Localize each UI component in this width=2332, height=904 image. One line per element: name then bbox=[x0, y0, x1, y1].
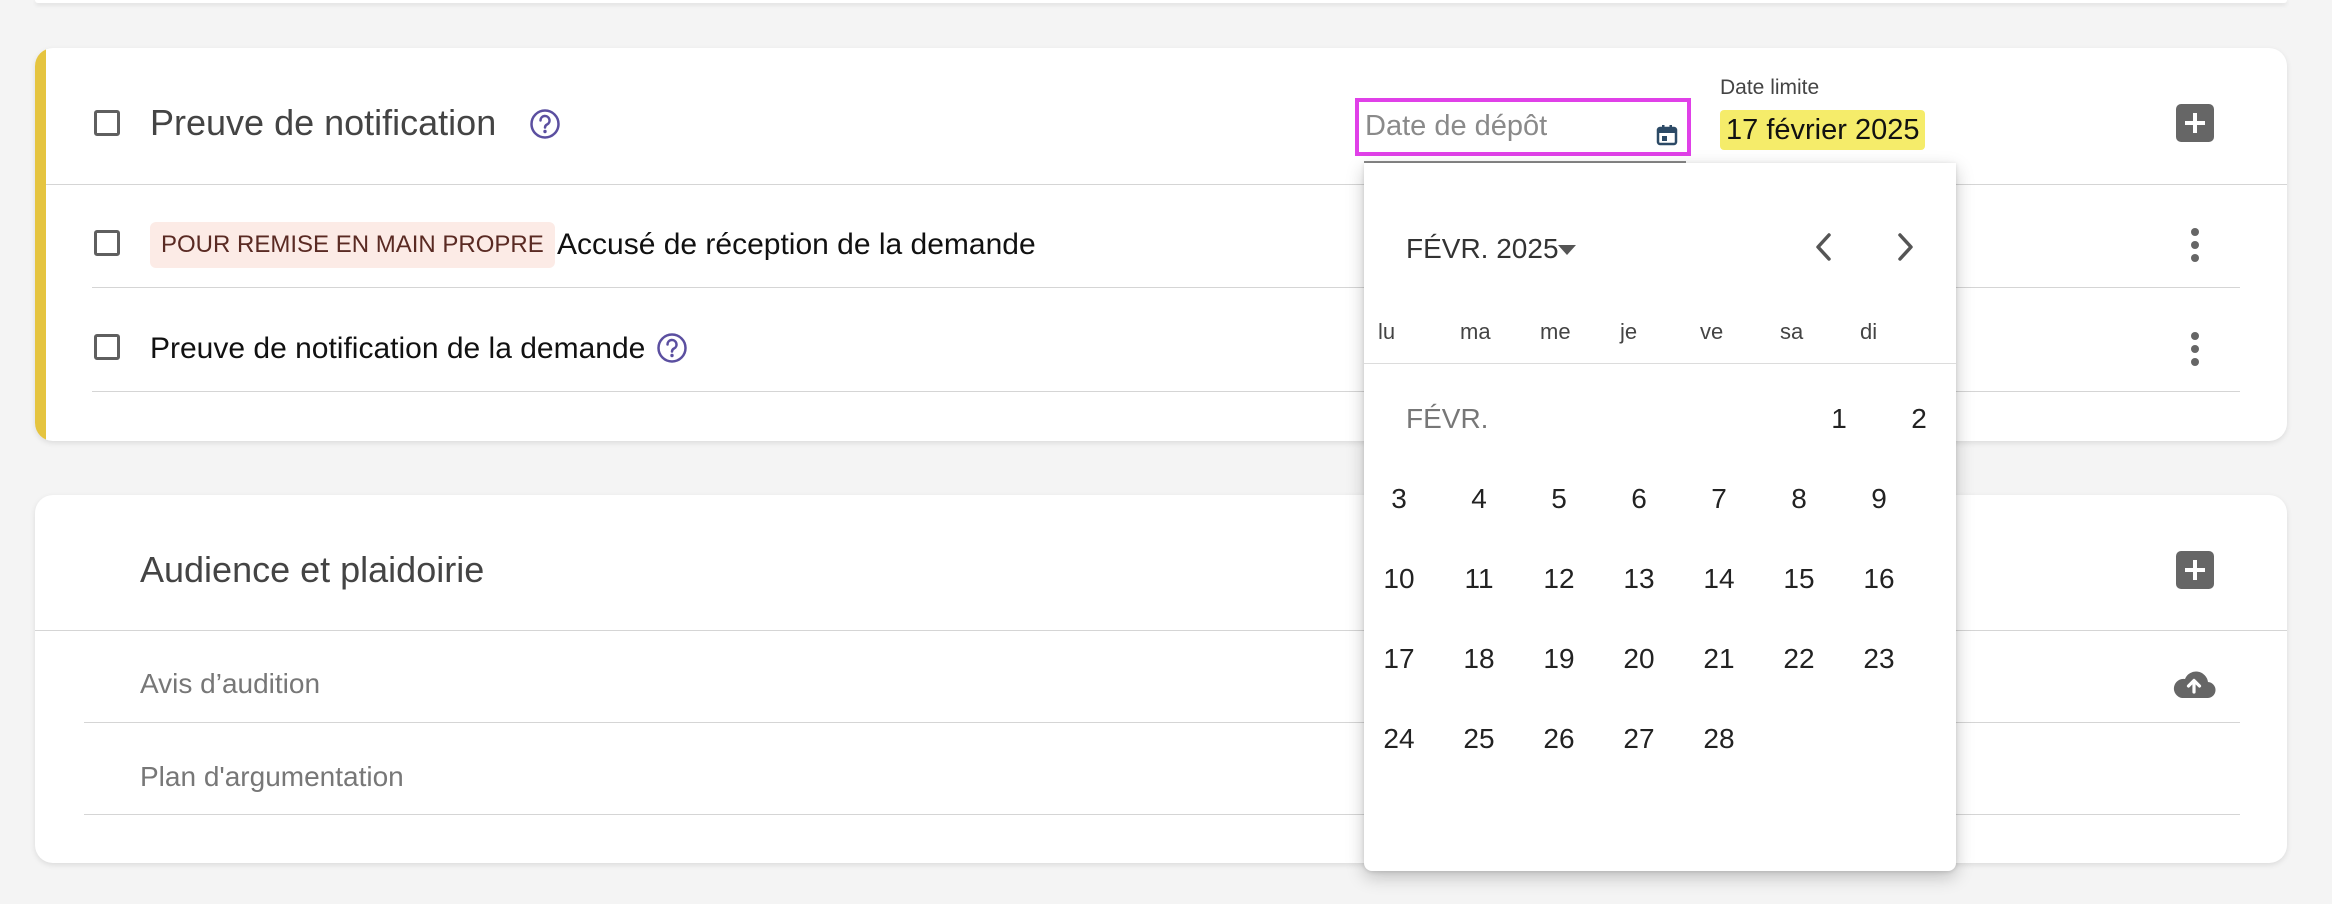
calendar-day[interactable]: 2 bbox=[1889, 399, 1949, 439]
calendar-day[interactable]: 28 bbox=[1689, 719, 1749, 759]
kebab-menu-icon[interactable] bbox=[2190, 332, 2200, 366]
chevron-right-icon[interactable] bbox=[1891, 227, 1919, 267]
list-item: Plan d'argumentation bbox=[140, 761, 404, 792]
calendar-day[interactable]: 13 bbox=[1609, 559, 1669, 599]
calendar-icon[interactable] bbox=[1656, 124, 1678, 146]
chevron-left-icon[interactable] bbox=[1810, 227, 1838, 267]
calendar-day[interactable]: 12 bbox=[1529, 559, 1589, 599]
calendar-day[interactable]: 17 bbox=[1369, 639, 1429, 679]
weekday-label: sa bbox=[1780, 319, 1804, 344]
calendar-day[interactable]: 18 bbox=[1449, 639, 1509, 679]
weekday-label: ma bbox=[1460, 319, 1491, 344]
calendar-day[interactable]: 23 bbox=[1849, 639, 1909, 679]
caret-down-icon[interactable] bbox=[1558, 245, 1576, 255]
card-accent-bar bbox=[35, 48, 46, 441]
calendar-day[interactable]: 16 bbox=[1849, 559, 1909, 599]
cloud-upload-icon[interactable] bbox=[2172, 666, 2216, 700]
previous-card-edge bbox=[35, 0, 2287, 3]
section-title: Audience et plaidoirie bbox=[140, 549, 485, 590]
calendar-day[interactable]: 21 bbox=[1689, 639, 1749, 679]
help-icon[interactable] bbox=[529, 108, 561, 140]
section-title: Preuve de notification bbox=[150, 102, 497, 143]
calendar-day[interactable]: 24 bbox=[1369, 719, 1429, 759]
row-checkbox[interactable] bbox=[94, 230, 120, 256]
deposit-date-placeholder: Date de dépôt bbox=[1365, 110, 1548, 142]
calendar-day[interactable]: 6 bbox=[1609, 479, 1669, 519]
deadline-label: Date limite bbox=[1720, 76, 1820, 99]
row-label: Accusé de réception de la demande bbox=[557, 228, 1036, 261]
list-item: Avis d’audition bbox=[140, 668, 321, 699]
calendar-day[interactable]: 25 bbox=[1449, 719, 1509, 759]
datepicker-divider bbox=[1364, 363, 1956, 364]
month-year-selector[interactable]: FÉVR. 2025 bbox=[1406, 233, 1559, 265]
calendar-day[interactable]: 4 bbox=[1449, 479, 1509, 519]
calendar-day[interactable]: 8 bbox=[1769, 479, 1829, 519]
calendar-day[interactable]: 11 bbox=[1449, 559, 1509, 599]
calendar-day[interactable]: 20 bbox=[1609, 639, 1669, 679]
weekday-label: di bbox=[1860, 319, 1878, 344]
weekday-label: me bbox=[1540, 319, 1571, 344]
calendar-day[interactable]: 15 bbox=[1769, 559, 1829, 599]
calendar-day[interactable]: 26 bbox=[1529, 719, 1589, 759]
weekday-label: lu bbox=[1378, 319, 1396, 344]
calendar-day[interactable]: 9 bbox=[1849, 479, 1909, 519]
calendar-day[interactable]: 22 bbox=[1769, 639, 1829, 679]
datepicker-popup: FÉVR. 2025 lu ma me je ve sa di FÉVR. 1 … bbox=[1364, 163, 1956, 871]
delivery-type-chip: POUR REMISE EN MAIN PROPRE bbox=[150, 222, 555, 268]
weekday-label: ve bbox=[1700, 319, 1724, 344]
deadline-value: 17 février 2025 bbox=[1720, 110, 1926, 150]
help-icon[interactable] bbox=[656, 332, 688, 364]
calendar-day[interactable]: 19 bbox=[1529, 639, 1589, 679]
calendar-day[interactable]: 5 bbox=[1529, 479, 1589, 519]
calendar-day[interactable]: 10 bbox=[1369, 559, 1429, 599]
add-document-button[interactable] bbox=[2176, 551, 2214, 589]
add-document-button[interactable] bbox=[2176, 104, 2214, 142]
section-checkbox[interactable] bbox=[94, 110, 120, 136]
calendar-day[interactable]: 1 bbox=[1809, 399, 1869, 439]
row-checkbox[interactable] bbox=[94, 334, 120, 360]
deposit-date-input[interactable]: Date de dépôt bbox=[1355, 98, 1691, 156]
calendar-day[interactable]: 3 bbox=[1369, 479, 1429, 519]
weekday-label: je bbox=[1620, 319, 1638, 344]
calendar-day[interactable]: 7 bbox=[1689, 479, 1749, 519]
calendar-day[interactable]: 14 bbox=[1689, 559, 1749, 599]
month-label: FÉVR. bbox=[1406, 403, 1489, 434]
kebab-menu-icon[interactable] bbox=[2190, 228, 2200, 262]
calendar-day[interactable]: 27 bbox=[1609, 719, 1669, 759]
row-label: Preuve de notification de la demande bbox=[150, 332, 646, 365]
